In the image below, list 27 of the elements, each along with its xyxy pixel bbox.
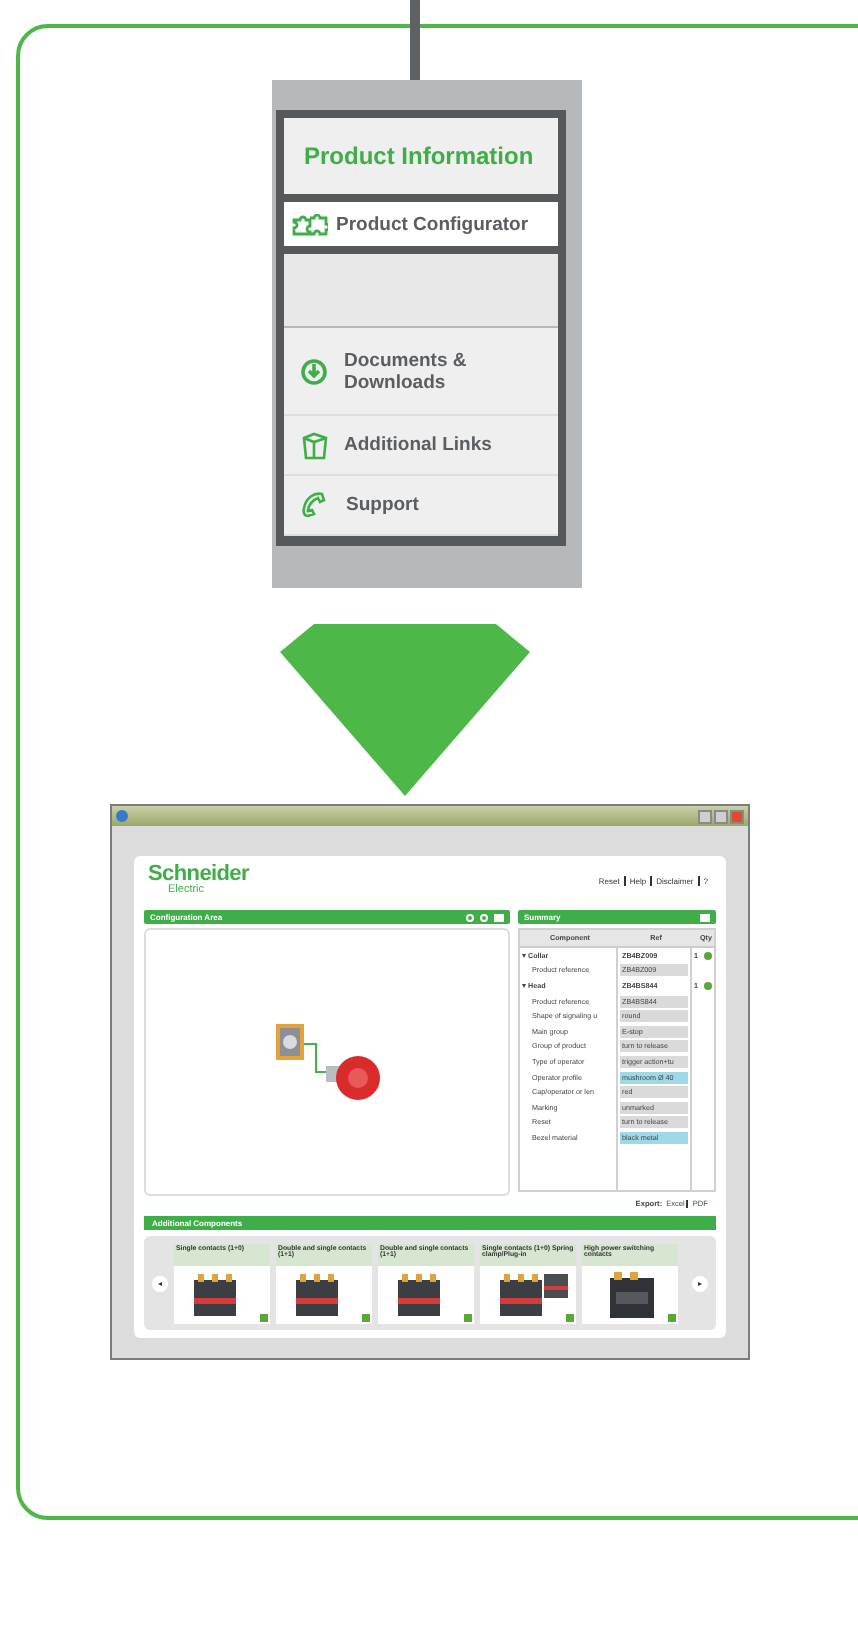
add-icon[interactable] [566,1313,574,1322]
menu-item[interactable]: Product Configurator [284,194,558,254]
menu-header: Product Information [302,140,536,175]
maximize-icon[interactable] [494,913,504,922]
add-icon[interactable] [260,1313,268,1322]
add-icon[interactable] [464,1313,472,1322]
puzzle-icon [292,213,328,235]
minimize-button[interactable] [698,809,712,823]
zoom-out-icon[interactable] [480,913,488,922]
menu-item[interactable]: Support [284,476,558,536]
phone-icon [300,490,330,521]
zoom-in-icon[interactable] [466,913,474,922]
box-icon [300,431,328,460]
menu-item[interactable]: Documents & Downloads [284,328,558,417]
browser-icon [116,810,128,822]
add-icon[interactable] [362,1313,370,1322]
maximize-button[interactable] [714,809,728,823]
close-button[interactable] [730,809,744,823]
next-button[interactable] [692,1275,708,1292]
maximize-icon[interactable] [700,913,710,922]
menu-item[interactable]: Additional Links [284,416,558,477]
add-icon[interactable] [668,1313,676,1322]
download-icon [300,357,328,386]
check-icon [704,982,712,991]
previous-button[interactable] [152,1275,168,1292]
check-icon [704,951,712,960]
logo-wordmark: Schneider [148,864,249,886]
